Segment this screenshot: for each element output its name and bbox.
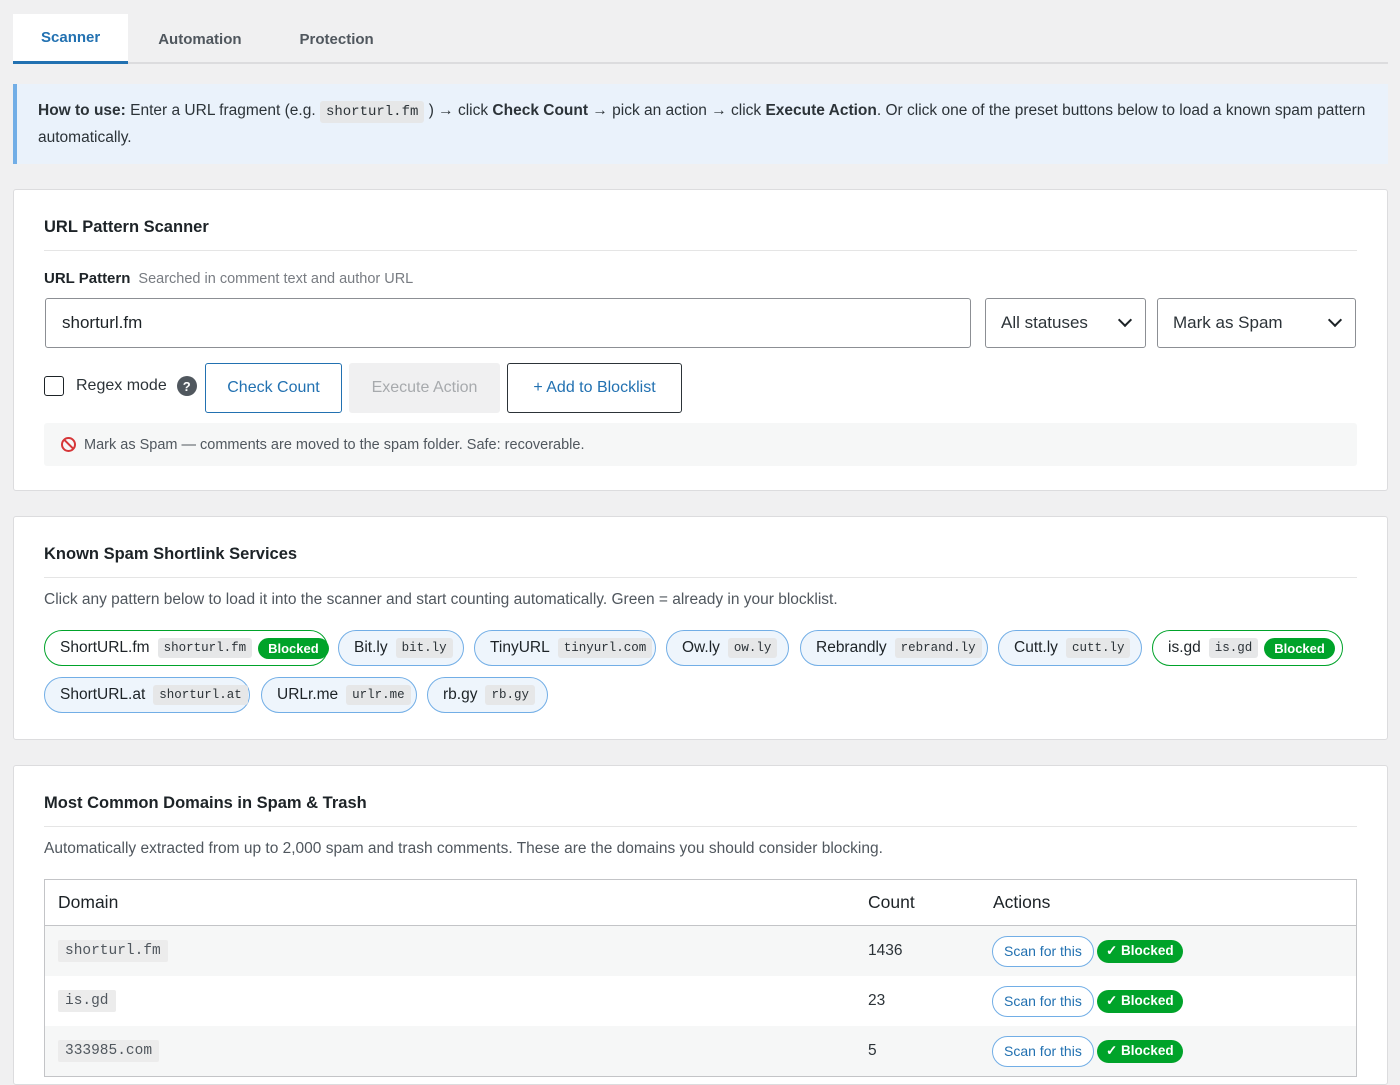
chevron-down-icon — [1117, 312, 1133, 328]
table-row: 333985.com 5 Scan for this ✓ Blocked — [45, 1026, 1356, 1076]
url-pattern-hint: Searched in comment text and author URL — [138, 271, 414, 287]
action-info-text: Mark as Spam — comments are moved to the… — [84, 436, 585, 453]
url-pattern-label-text: URL Pattern — [44, 270, 131, 287]
blocked-badge: Blocked — [1264, 637, 1335, 659]
domain-cell: 333985.com — [58, 1040, 160, 1062]
url-pattern-label: URL Pattern Searched in comment text and … — [44, 270, 413, 287]
domain-cell: is.gd — [58, 990, 116, 1012]
action-select-value: Mark as Spam — [1173, 313, 1283, 332]
how-to-use-notice: How to use: Enter a URL fragment (e.g. s… — [13, 84, 1388, 164]
chip-name: Ow.ly — [682, 639, 720, 656]
blocked-badge: ✓ Blocked — [1097, 1039, 1183, 1063]
chip-name: TinyURL — [490, 639, 550, 656]
count-cell: 23 — [868, 992, 886, 1009]
add-to-blocklist-button[interactable]: + Add to Blocklist — [507, 363, 682, 413]
chip-name: rb.gy — [443, 686, 478, 703]
scan-for-this-button[interactable]: Scan for this — [992, 935, 1094, 967]
tab-scanner[interactable]: Scanner — [13, 14, 129, 64]
action-select[interactable]: Mark as Spam — [1157, 298, 1356, 348]
domains-table: Domain Count Actions shorturl.fm 1436 Sc… — [44, 879, 1357, 1077]
execute-action-button[interactable]: Execute Action — [349, 363, 500, 413]
table-header: Domain Count Actions — [45, 880, 1356, 926]
service-chip-shorturl-fm[interactable]: ShortURL.fm shorturl.fm Blocked — [44, 630, 329, 666]
count-cell: 1436 — [868, 942, 903, 959]
chip-name: Rebrandly — [816, 639, 887, 656]
blocked-badge: ✓ Blocked — [1097, 989, 1183, 1013]
service-chip-rebrandly[interactable]: Rebrandly rebrand.ly — [800, 630, 988, 666]
divider — [44, 826, 1357, 827]
scan-for-this-button[interactable]: Scan for this — [992, 1035, 1094, 1067]
status-select[interactable]: All statuses — [985, 298, 1146, 348]
service-chip-urlr-me[interactable]: URLr.me urlr.me — [261, 677, 417, 713]
service-chip-cuttly[interactable]: Cutt.ly cutt.ly — [998, 630, 1142, 666]
regex-mode-row: Regex mode ? — [44, 376, 197, 396]
chip-pattern: bit.ly — [395, 638, 453, 658]
url-pattern-input[interactable] — [45, 298, 971, 348]
chip-name: is.gd — [1168, 639, 1201, 656]
notice-lead: How to use: — [38, 102, 126, 119]
divider — [44, 250, 1357, 251]
notice-bold-check: Check Count — [492, 102, 589, 119]
help-icon[interactable]: ? — [176, 376, 197, 396]
count-cell: 5 — [868, 1042, 877, 1059]
chip-pattern: is.gd — [1208, 638, 1259, 658]
notice-text-3: → pick an action → click — [588, 102, 766, 119]
chip-name: URLr.me — [277, 686, 339, 703]
chip-name: ShortURL.fm — [60, 639, 150, 656]
notice-code: shorturl.fm — [319, 101, 425, 123]
domains-description: Automatically extracted from up to 2,000… — [44, 840, 883, 857]
chip-pattern: shorturl.fm — [157, 638, 253, 658]
service-chip-isgd[interactable]: is.gd is.gd Blocked — [1152, 630, 1343, 666]
regex-mode-checkbox[interactable] — [44, 376, 64, 396]
status-select-value: All statuses — [1001, 313, 1088, 332]
scanner-title: URL Pattern Scanner — [44, 218, 209, 236]
services-description: Click any pattern below to load it into … — [44, 591, 838, 608]
chip-pattern: rb.gy — [485, 685, 535, 705]
column-header-count: Count — [868, 892, 915, 912]
service-chip-rbgy[interactable]: rb.gy rb.gy — [427, 677, 548, 713]
table-row: is.gd 23 Scan for this ✓ Blocked — [45, 976, 1356, 1026]
domain-cell: shorturl.fm — [58, 940, 168, 962]
table-row: shorturl.fm 1436 Scan for this ✓ Blocked — [45, 926, 1356, 976]
notice-text-1: Enter a URL fragment (e.g. — [125, 102, 320, 119]
chip-name: ShortURL.at — [60, 686, 146, 703]
services-title: Known Spam Shortlink Services — [44, 545, 298, 563]
action-info-box: Mark as Spam — comments are moved to the… — [44, 423, 1357, 466]
chip-pattern: shorturl.at — [153, 685, 248, 705]
ban-icon — [61, 437, 76, 452]
chip-name: Bit.ly — [354, 639, 388, 656]
regex-mode-label[interactable]: Regex mode — [76, 377, 167, 395]
service-chip-tinyurl[interactable]: TinyURL tinyurl.com — [474, 630, 656, 666]
column-header-actions: Actions — [993, 892, 1051, 912]
domains-title: Most Common Domains in Spam & Trash — [44, 794, 367, 812]
scan-for-this-button[interactable]: Scan for this — [992, 985, 1094, 1017]
chip-pattern: cutt.ly — [1065, 638, 1131, 658]
check-count-button[interactable]: Check Count — [205, 363, 342, 413]
chip-pattern: ow.ly — [727, 638, 778, 658]
service-chip-shorturl-at[interactable]: ShortURL.at shorturl.at — [44, 677, 250, 713]
chip-pattern: rebrand.ly — [894, 638, 982, 658]
scanner-card: URL Pattern Scanner URL Pattern Searched … — [13, 189, 1388, 491]
chip-pattern: urlr.me — [346, 685, 411, 705]
notice-text-2: ) → click — [424, 102, 493, 119]
service-chip-bitly[interactable]: Bit.ly bit.ly — [338, 630, 464, 666]
column-header-domain: Domain — [58, 892, 119, 912]
blocked-badge: ✓ Blocked — [1097, 939, 1183, 963]
chip-pattern: tinyurl.com — [557, 638, 653, 658]
tab-automation[interactable]: Automation — [128, 14, 269, 64]
chip-name: Cutt.ly — [1014, 639, 1058, 656]
domains-card: Most Common Domains in Spam & Trash Auto… — [13, 765, 1388, 1085]
services-card: Known Spam Shortlink Services Click any … — [13, 516, 1388, 740]
divider — [44, 577, 1357, 578]
blocked-badge: Blocked — [258, 637, 329, 659]
service-chip-owly[interactable]: Ow.ly ow.ly — [666, 630, 789, 666]
chevron-down-icon — [1327, 312, 1343, 328]
nav-tabs: Scanner Automation Protection — [13, 14, 1388, 64]
tab-protection[interactable]: Protection — [270, 14, 402, 64]
notice-bold-execute: Execute Action — [765, 102, 877, 119]
